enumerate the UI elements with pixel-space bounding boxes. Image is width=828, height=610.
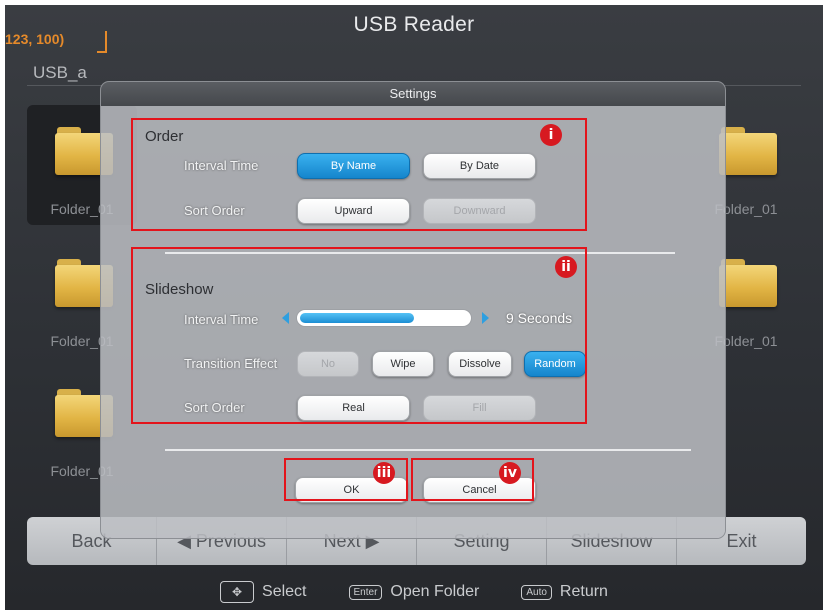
enter-key-icon: Enter — [348, 584, 383, 600]
app-title: USB Reader — [353, 13, 475, 36]
coordinate-corner-marker — [97, 31, 107, 53]
dialog-title: Settings — [101, 82, 725, 106]
callout-badge-ii: ii — [555, 256, 577, 278]
key-hint-bar: ✥ Select Enter Open Folder Auto Return — [5, 581, 823, 603]
open-folder-hint: Enter Open Folder — [348, 581, 480, 603]
select-hint-label: Select — [262, 583, 307, 600]
footer-divider — [165, 449, 691, 451]
folder-icon — [719, 127, 777, 175]
callout-badge-iv: iv — [499, 462, 521, 484]
dpad-icon: ✥ — [220, 581, 255, 603]
folder-icon — [719, 259, 777, 307]
callout-order-box — [131, 118, 587, 231]
coordinate-readout: 123, 100) — [5, 31, 65, 47]
open-folder-hint-label: Open Folder — [390, 583, 480, 600]
auto-key-icon: Auto — [521, 584, 552, 600]
callout-badge-iii: iii — [373, 462, 395, 484]
return-hint: Auto Return — [521, 581, 608, 603]
callout-slideshow-box — [131, 247, 587, 424]
select-hint: ✥ Select — [220, 581, 307, 603]
return-hint-label: Return — [559, 583, 608, 600]
drive-label: USB_a — [33, 63, 87, 82]
callout-badge-i: i — [540, 124, 562, 146]
